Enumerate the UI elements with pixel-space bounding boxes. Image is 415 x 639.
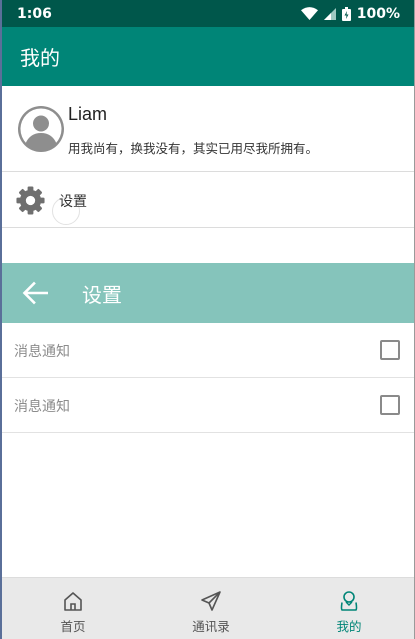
nav-item-me[interactable]: 我的 (280, 578, 415, 639)
profile-card[interactable]: Liam 用我尚有，换我没有，其实已用尽我所拥有。 (2, 86, 414, 172)
nav-item-contacts[interactable]: 通讯录 (142, 578, 280, 639)
avatar-icon (18, 106, 64, 152)
user-icon (340, 591, 358, 611)
settings-title: 设置 (82, 283, 122, 307)
notification-label: 消息通知 (14, 399, 70, 415)
notification-checkbox[interactable] (380, 395, 400, 415)
nav-label-me: 我的 (336, 619, 362, 634)
paper-plane-icon (201, 591, 221, 611)
home-icon (64, 592, 82, 611)
battery-icon (341, 6, 351, 21)
nav-label-contacts: 通讯录 (192, 619, 230, 634)
gear-icon (16, 186, 45, 215)
settings-label: 设置 (59, 194, 87, 210)
settings-header: 设置 (2, 263, 414, 323)
profile-name: Liam (68, 104, 108, 124)
bottom-nav: 首页 通讯录 我的 (2, 577, 414, 639)
app-bar: 我的 (2, 27, 414, 86)
wifi-icon (300, 7, 318, 20)
cell-signal-icon (323, 7, 336, 20)
profile-signature: 用我尚有，换我没有，其实已用尽我所拥有。 (68, 141, 319, 156)
nav-item-home[interactable]: 首页 (4, 578, 142, 639)
nav-label-home: 首页 (60, 619, 86, 634)
status-time: 1:06 (17, 5, 52, 22)
settings-item[interactable]: 设置 (2, 172, 414, 228)
status-bar: 1:06 100% (2, 0, 414, 27)
notification-label: 消息通知 (14, 344, 70, 360)
list-item-notification[interactable]: 消息通知 (2, 378, 414, 433)
status-icons: 100% (300, 5, 400, 22)
list-item-notification[interactable]: 消息通知 (2, 323, 414, 378)
page-title: 我的 (20, 46, 60, 70)
notification-checkbox[interactable] (380, 340, 400, 360)
back-arrow-icon[interactable] (22, 281, 48, 305)
battery-percent: 100% (356, 5, 400, 22)
